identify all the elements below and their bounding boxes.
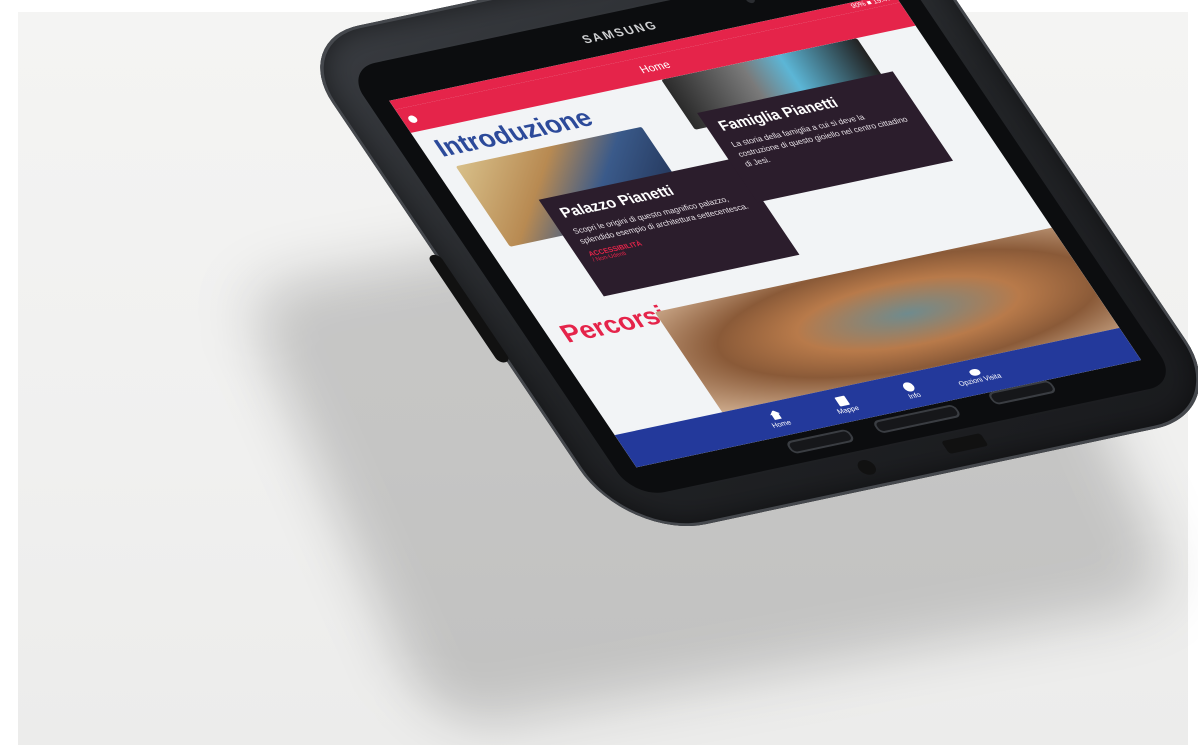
page-title: Home (637, 59, 674, 77)
menu-icon[interactable] (406, 114, 420, 124)
brand-logo: SAMSUNG (578, 18, 661, 47)
section-title-percorsi: Percorsi (553, 299, 674, 349)
info-icon (900, 380, 917, 393)
nav-item-opzioni-visita[interactable]: Opzioni Visita (950, 364, 1005, 388)
nav-item-info[interactable]: Info (883, 377, 939, 404)
nav-label: Home (770, 419, 793, 430)
usb-port (941, 433, 989, 454)
nav-item-mappe[interactable]: Mappe (816, 391, 872, 418)
nav-label: Opzioni Visita (957, 372, 1004, 388)
front-camera (743, 0, 757, 4)
map-icon (834, 395, 850, 407)
headphone-jack (854, 458, 880, 477)
home-icon (768, 409, 784, 420)
nav-item-home[interactable]: Home (750, 406, 806, 433)
nav-label: Info (906, 391, 923, 401)
eye-icon (967, 368, 982, 377)
